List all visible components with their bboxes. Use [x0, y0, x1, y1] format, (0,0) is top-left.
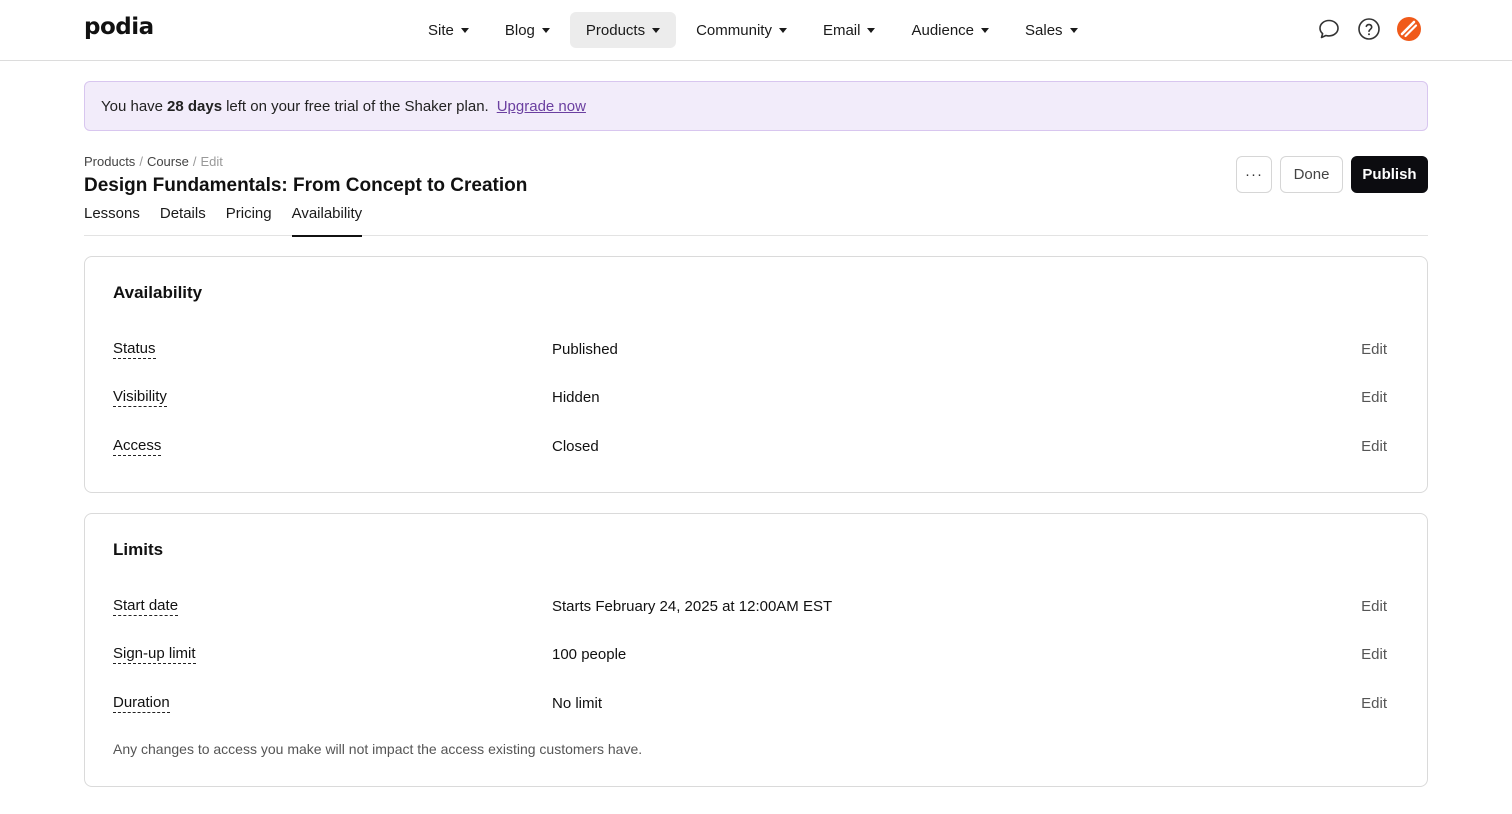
help-circle-icon[interactable] — [1357, 17, 1381, 41]
podia-logo[interactable]: podia — [84, 14, 154, 40]
start-date-label[interactable]: Start date — [113, 596, 179, 616]
duration-value: No limit — [552, 695, 603, 712]
nav-item-label: Email — [822, 21, 861, 39]
main-nav: Site Blog Products Community Email Audie… — [412, 12, 1098, 48]
edit-duration-button[interactable]: Edit — [1361, 695, 1387, 712]
sign-up-limit-label[interactable]: Sign-up limit — [113, 644, 196, 664]
availability-card-title: Availability — [113, 283, 203, 302]
nav-item-audience[interactable]: Audience — [895, 12, 1005, 48]
header-actions: ··· Done Publish — [1236, 156, 1428, 193]
availability-row-access: Access Closed Edit — [113, 436, 1401, 460]
caret-down-icon — [652, 28, 661, 33]
edit-start-date-button[interactable]: Edit — [1361, 598, 1387, 615]
nav-item-label: Site — [428, 21, 454, 39]
page-title: Design Fundamentals: From Concept to Cre… — [84, 175, 528, 196]
duration-label[interactable]: Duration — [113, 693, 170, 713]
nav-item-label: Blog — [504, 21, 535, 39]
done-button[interactable]: Done — [1280, 156, 1343, 193]
breadcrumb-current: Edit — [200, 154, 223, 169]
edit-status-button[interactable]: Edit — [1361, 341, 1387, 358]
availability-card: Availability Status Published Edit Visib… — [84, 256, 1428, 493]
caret-down-icon — [778, 28, 787, 33]
breadcrumb-separator: / — [192, 154, 197, 169]
top-navigation-bar: podia Site Blog Products Community Email… — [0, 0, 1512, 61]
availability-row-visibility: Visibility Hidden Edit — [113, 387, 1401, 411]
edit-sign-up-limit-button[interactable]: Edit — [1361, 646, 1387, 663]
limits-row-start-date: Start date Starts February 24, 2025 at 1… — [113, 596, 1401, 620]
chat-bubble-icon[interactable] — [1317, 17, 1341, 41]
availability-row-status: Status Published Edit — [113, 339, 1401, 363]
visibility-value: Hidden — [552, 389, 600, 406]
access-label[interactable]: Access — [113, 436, 162, 456]
breadcrumb: Products / Course / Edit — [84, 154, 223, 169]
caret-down-icon — [541, 28, 550, 33]
nav-item-sales[interactable]: Sales — [1009, 12, 1094, 48]
tab-availability[interactable]: Availability — [291, 204, 362, 237]
nav-item-site[interactable]: Site — [412, 12, 485, 48]
status-value: Published — [552, 341, 618, 358]
start-date-value: Starts February 24, 2025 at 12:00AM EST — [552, 598, 833, 615]
limits-row-duration: Duration No limit Edit — [113, 693, 1401, 717]
status-label[interactable]: Status — [113, 339, 156, 359]
tab-pricing[interactable]: Pricing — [226, 204, 272, 236]
banner-prefix: You have — [101, 97, 164, 115]
breadcrumb-separator: / — [139, 154, 143, 169]
nav-item-label: Products — [585, 21, 646, 39]
product-tabs: Lessons Details Pricing Availability — [84, 204, 1428, 237]
limits-row-sign-up-limit: Sign-up limit 100 people Edit — [113, 644, 1401, 668]
caret-down-icon — [460, 28, 469, 33]
tab-lessons[interactable]: Lessons — [84, 204, 140, 236]
edit-visibility-button[interactable]: Edit — [1361, 389, 1387, 406]
caret-down-icon — [1069, 28, 1078, 33]
limits-card: Limits Start date Starts February 24, 20… — [84, 513, 1428, 787]
breadcrumb-course[interactable]: Course — [147, 154, 189, 169]
caret-down-icon — [981, 28, 990, 33]
nav-item-label: Audience — [911, 21, 975, 39]
caret-down-icon — [867, 28, 876, 33]
visibility-label[interactable]: Visibility — [113, 387, 167, 407]
limits-card-title: Limits — [113, 540, 164, 559]
more-options-button[interactable]: ··· — [1236, 156, 1272, 193]
tab-details[interactable]: Details — [160, 204, 206, 236]
sign-up-limit-value: 100 people — [552, 646, 627, 663]
trial-banner: You have 28 days left on your free trial… — [84, 81, 1428, 131]
publish-button[interactable]: Publish — [1351, 156, 1428, 193]
nav-item-products[interactable]: Products — [569, 12, 677, 48]
upgrade-now-link[interactable]: Upgrade now — [497, 98, 586, 115]
banner-days: 28 days — [167, 97, 223, 115]
access-change-note: Any changes to access you make will not … — [113, 741, 643, 757]
nav-item-email[interactable]: Email — [807, 12, 892, 48]
account-avatar-icon[interactable] — [1397, 17, 1421, 41]
access-value: Closed — [552, 438, 599, 455]
breadcrumb-products[interactable]: Products — [84, 154, 135, 169]
nav-item-blog[interactable]: Blog — [489, 12, 566, 48]
top-icons — [1317, 17, 1421, 41]
edit-access-button[interactable]: Edit — [1361, 438, 1387, 455]
nav-item-label: Community — [696, 21, 772, 39]
banner-suffix: left on your free trial of the Shaker pl… — [226, 97, 489, 115]
nav-item-community[interactable]: Community — [680, 12, 803, 48]
nav-item-label: Sales — [1025, 21, 1063, 39]
